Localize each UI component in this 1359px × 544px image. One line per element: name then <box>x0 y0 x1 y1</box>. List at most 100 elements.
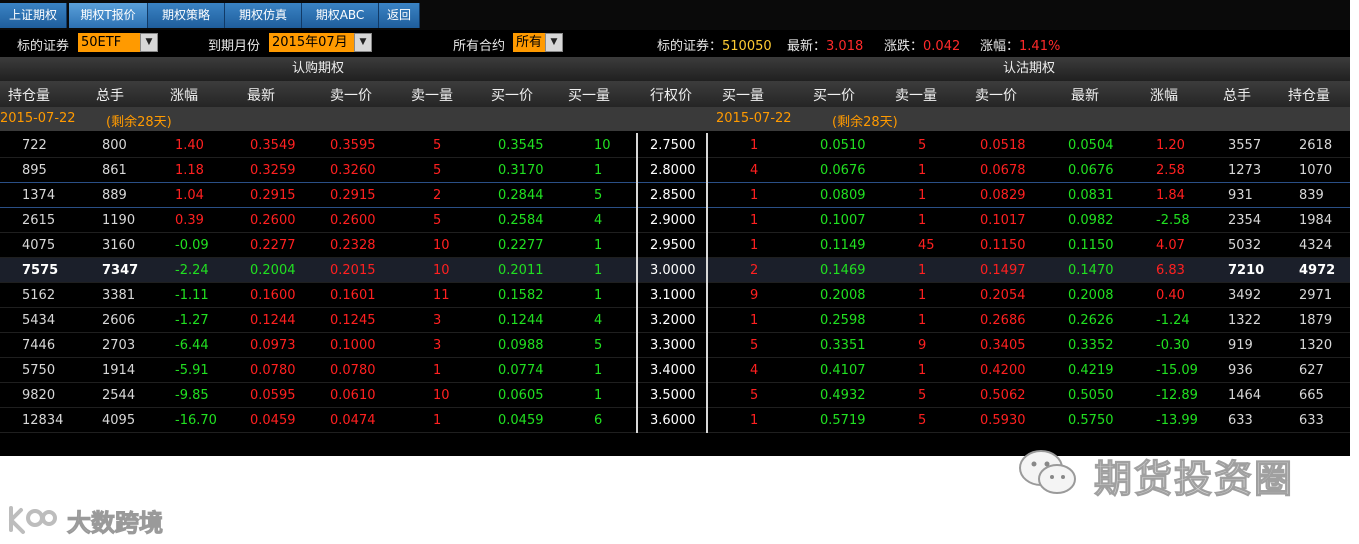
table-row[interactable]: 4075 3160 -0.09 0.2277 0.2328 10 0.2277 1 2.9500… <box>0 233 1350 258</box>
strike-cell: 2.8500 <box>650 188 696 203</box>
call-col-header[interactable]: 卖一价 <box>330 85 372 105</box>
put-col-header[interactable]: 卖一量 <box>895 85 937 105</box>
call-cell: 3381 <box>102 288 136 303</box>
put-col-header[interactable]: 最新 <box>1071 85 1099 105</box>
put-cell: 5 <box>750 338 759 353</box>
contract-label: 所有合约 <box>453 39 506 54</box>
strike-cell: 2.7500 <box>650 138 696 153</box>
table-row[interactable]: 5162 3381 -1.11 0.1600 0.1601 11 0.1582 1 3.1000… <box>0 283 1350 308</box>
put-cell: -12.89 <box>1156 388 1198 403</box>
table-row[interactable]: 12834 4095 -16.70 0.0459 0.0474 1 0.0459 6 3.600… <box>0 408 1350 433</box>
tab-strategy[interactable]: 期权策略 <box>148 3 225 28</box>
call-col-header[interactable]: 最新 <box>247 85 275 105</box>
table-row[interactable]: 9820 2544 -9.85 0.0595 0.0610 10 0.0605 1 3.5000… <box>0 383 1350 408</box>
put-cell: -2.58 <box>1156 213 1190 228</box>
put-cell: 5032 <box>1228 238 1262 253</box>
call-cell: 0.0605 <box>498 388 544 403</box>
put-cell: 0.2598 <box>820 313 866 328</box>
put-cell: 0.5719 <box>820 413 866 428</box>
put-col-header[interactable]: 持仓量 <box>1288 85 1330 105</box>
call-col-header[interactable]: 买一量 <box>568 85 610 105</box>
call-cell: 0.1601 <box>330 288 376 303</box>
call-cell: 2 <box>433 188 442 203</box>
table-row[interactable]: 5750 1914 -5.91 0.0780 0.0780 1 0.0774 1 3.4000 4… <box>0 358 1350 383</box>
put-col-header[interactable]: 买一量 <box>722 85 764 105</box>
tab-simulation[interactable]: 期权仿真 <box>225 3 302 28</box>
put-col-header[interactable]: 总手 <box>1223 85 1251 105</box>
call-cell: 5 <box>594 188 603 203</box>
put-cell: 0.40 <box>1156 288 1185 303</box>
table-row[interactable]: 7575 7347 -2.24 0.2004 0.2015 10 0.2011 1 3.0000… <box>0 258 1350 283</box>
put-col-header[interactable]: 涨幅 <box>1150 85 1178 105</box>
call-cell: -6.44 <box>175 338 209 353</box>
pct-label: 涨幅： <box>980 39 1020 54</box>
call-col-header[interactable]: 涨幅 <box>170 85 198 105</box>
call-remaining-days: (剩余28天) <box>106 115 172 130</box>
table-row[interactable]: 1374 889 1.04 0.2915 0.2915 2 0.2844 5 2.8500 1 0.… <box>0 183 1350 208</box>
put-cell: 0.0831 <box>1068 188 1114 203</box>
put-cell: 3557 <box>1228 138 1262 153</box>
tab-back[interactable]: 返回 <box>379 3 420 28</box>
strike-cell: 2.9000 <box>650 213 696 228</box>
table-row[interactable]: 722 800 1.40 0.3549 0.3595 5 0.3545 10 2.7500 1 0.… <box>0 133 1350 158</box>
call-cell: 7347 <box>102 263 139 278</box>
put-col-header[interactable]: 买一价 <box>813 85 855 105</box>
call-col-header[interactable]: 卖一量 <box>411 85 453 105</box>
put-cell: 0.1150 <box>1068 238 1114 253</box>
call-col-header[interactable]: 总手 <box>96 85 124 105</box>
call-cell: 3160 <box>102 238 136 253</box>
call-cell: 0.1244 <box>498 313 544 328</box>
latest-label: 最新： <box>787 39 827 54</box>
chevron-down-icon[interactable]: ▼ <box>354 33 372 52</box>
table-row[interactable]: 5434 2606 -1.27 0.1244 0.1245 3 0.1244 4 3.2000 1… <box>0 308 1350 333</box>
strike-cell: 3.4000 <box>650 363 696 378</box>
chevron-down-icon[interactable]: ▼ <box>140 33 158 52</box>
put-cell: -15.09 <box>1156 363 1198 378</box>
put-cell: 4.07 <box>1156 238 1185 253</box>
call-cell: 10 <box>433 388 450 403</box>
tab-sse-options[interactable]: 上证期权 <box>0 3 67 28</box>
chevron-down-icon[interactable]: ▼ <box>545 33 563 52</box>
call-cell: 6 <box>594 413 603 428</box>
strike-col-header[interactable]: 行权价 <box>650 85 692 105</box>
contract-select-value: 所有 <box>516 35 543 50</box>
filter-bar: 标的证券 50ETF ▼ 到期月份 2015年07月 ▼ 所有合约 所有 ▼ 标… <box>0 30 1350 57</box>
table-row[interactable]: 895 861 1.18 0.3259 0.3260 5 0.3170 1 2.8000 4 0.0… <box>0 158 1350 183</box>
call-cell: 1 <box>594 388 603 403</box>
strike-cell: 3.5000 <box>650 388 696 403</box>
strike-cell: 3.2000 <box>650 313 696 328</box>
put-cell: 2.58 <box>1156 163 1185 178</box>
table-row[interactable]: 7446 2703 -6.44 0.0973 0.1000 3 0.0988 5 3.3000 5… <box>0 333 1350 358</box>
strike-cell: 3.3000 <box>650 338 696 353</box>
underlying-select[interactable]: 50ETF ▼ <box>78 33 158 52</box>
put-col-header[interactable]: 卖一价 <box>975 85 1017 105</box>
put-cell: 0.5750 <box>1068 413 1114 428</box>
call-cell: 1.04 <box>175 188 204 203</box>
call-cell: 0.3545 <box>498 138 544 153</box>
put-cell: 1 <box>750 213 759 228</box>
call-cell: 0.3260 <box>330 163 376 178</box>
tab-t-quote[interactable]: 期权T报价 <box>69 3 148 28</box>
put-cell: 936 <box>1228 363 1253 378</box>
put-cell: 1.84 <box>1156 188 1185 203</box>
put-cell: 5 <box>918 413 927 428</box>
put-cell: 0.2686 <box>980 313 1026 328</box>
call-cell: 1914 <box>102 363 136 378</box>
put-cell: 1 <box>918 263 927 278</box>
put-cell: 0.2008 <box>1068 288 1114 303</box>
tab-abc[interactable]: 期权ABC <box>302 3 379 28</box>
call-cell: 0.3259 <box>250 163 296 178</box>
call-expiry-date: 2015-07-22 <box>0 111 76 126</box>
put-cell: 1273 <box>1228 163 1262 178</box>
call-cell: 0.3170 <box>498 163 544 178</box>
table-row[interactable]: 2615 1190 0.39 0.2600 0.2600 5 0.2584 4 2.9000 1 0… <box>0 208 1350 233</box>
strike-cell: 3.6000 <box>650 413 696 428</box>
call-col-header[interactable]: 持仓量 <box>8 85 50 105</box>
call-cell: 4 <box>594 313 603 328</box>
put-cell: 0.4219 <box>1068 363 1114 378</box>
contract-select[interactable]: 所有 ▼ <box>513 33 563 52</box>
call-col-header[interactable]: 买一价 <box>491 85 533 105</box>
put-cell: 1 <box>918 188 927 203</box>
put-cell: 1 <box>750 238 759 253</box>
expiry-select[interactable]: 2015年07月 ▼ <box>269 33 372 52</box>
